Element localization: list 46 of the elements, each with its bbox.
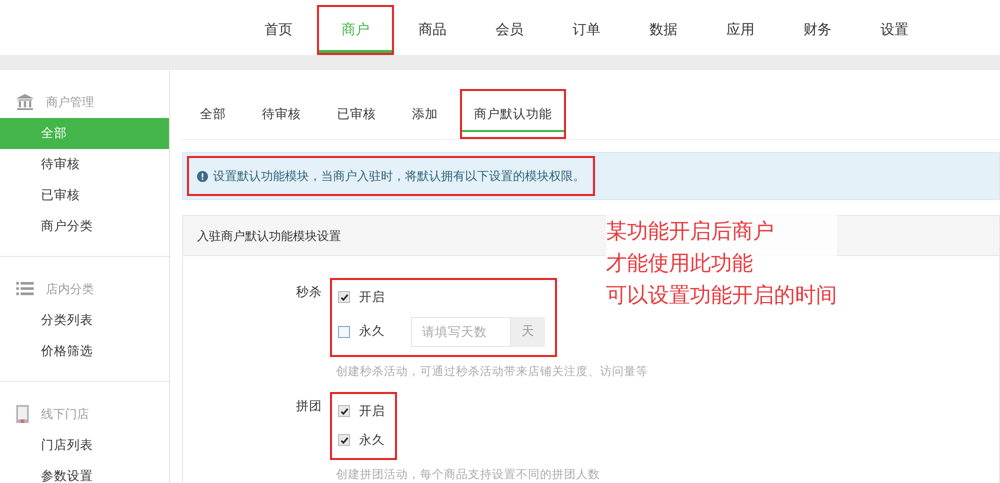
sidebar-item[interactable]: 已审核 — [0, 180, 169, 211]
days-input[interactable]: 请填写天数 — [411, 316, 511, 347]
sidebar-item[interactable]: 参数设置 — [0, 461, 169, 483]
checkbox[interactable] — [338, 326, 350, 338]
nav-tab[interactable]: 订单 — [548, 5, 625, 55]
annotation-text: 某功能开启后商户 — [606, 218, 775, 245]
nav-tab[interactable]: 财务 — [779, 5, 856, 55]
sidebar-section-title: 商户管理 — [46, 94, 94, 111]
bank-icon — [16, 94, 34, 110]
tab[interactable]: 已审核 — [323, 89, 390, 139]
nav-tab[interactable]: 应用 — [702, 5, 779, 55]
sidebar-item[interactable]: 分类列表 — [0, 305, 169, 336]
annotation-text: 可以设置功能开启的时间 — [606, 282, 837, 309]
alert-text: 设置默认功能模块，当商户入驻时，将默认拥有以下设置的模块权限。 — [213, 168, 585, 185]
field-label: 秒杀 — [296, 282, 323, 301]
building-icon — [16, 405, 29, 423]
checkbox-label: 永久 — [359, 430, 385, 449]
sidebar-section-title: 店内分类 — [46, 281, 94, 298]
sidebar-item[interactable]: 待审核 — [0, 149, 169, 180]
nav-tab[interactable]: 设置 — [856, 5, 933, 55]
panel-title: 入驻商户默认功能模块设置 — [197, 228, 341, 244]
sidebar-item[interactable]: 商户分类 — [0, 211, 169, 242]
checkbox-label: 开启 — [359, 288, 385, 306]
sidebar-item[interactable]: 门店列表 — [0, 430, 169, 461]
field-label: 拼团 — [296, 396, 323, 415]
tab[interactable]: 商户默认功能 — [460, 89, 566, 139]
checkbox[interactable] — [338, 291, 350, 304]
unit-label: 天 — [511, 316, 545, 347]
info-icon — [197, 170, 208, 182]
help-text: 创建拼团活动，每个商品支持设置不同的拼团人数 — [336, 466, 601, 482]
checkbox-label: 永久 — [359, 322, 385, 340]
sidebar-section-title: 线下门店 — [41, 406, 89, 423]
tab[interactable]: 全部 — [186, 89, 240, 139]
checkbox[interactable] — [338, 405, 350, 418]
nav-tab[interactable]: 会员 — [471, 5, 548, 55]
nav-tab[interactable]: 数据 — [625, 5, 702, 55]
list-icon — [16, 282, 34, 296]
annotation-text: 才能使用此功能 — [606, 250, 754, 277]
sidebar-item[interactable]: 价格筛选 — [0, 336, 169, 367]
tab[interactable]: 添加 — [398, 89, 452, 139]
nav-tab[interactable]: 首页 — [240, 5, 317, 55]
help-text: 创建秒杀活动，可通过秒杀活动带来店铺关注度、访问量等 — [336, 362, 649, 380]
checkbox[interactable] — [338, 434, 350, 446]
nav-tab[interactable]: 商品 — [394, 5, 471, 55]
tab[interactable]: 待审核 — [248, 89, 315, 139]
checkbox-label: 开启 — [359, 402, 385, 420]
